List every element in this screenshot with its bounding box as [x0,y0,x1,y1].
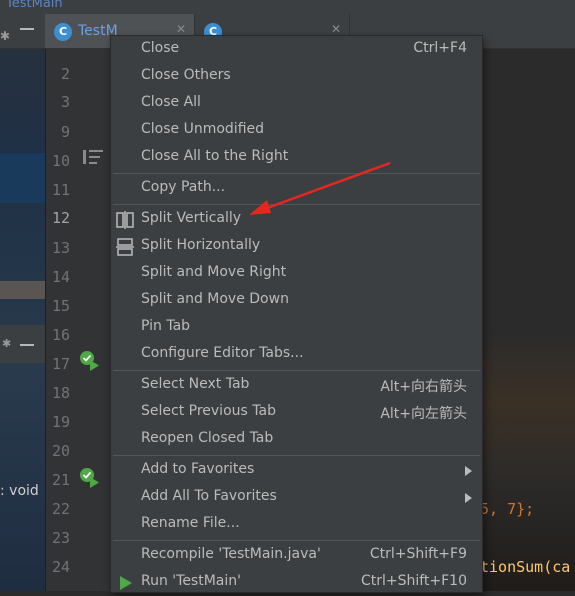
menu-item-select-previous-tab[interactable]: Select Previous Tab Alt+向左箭头 [111,399,482,426]
split-horizontal-icon [116,238,134,256]
menu-item-label: Pin Tab [141,318,191,334]
close-icon[interactable]: ✕ [331,22,341,36]
menu-item-label: Close Unmodified [141,121,265,137]
menu-item-close-others[interactable]: Close Others [111,63,482,90]
window-title: TestMain [6,0,63,11]
panel-band [0,153,45,203]
submenu-arrow-icon [465,493,472,503]
line-number: 9 [60,123,70,141]
line-number: 3 [60,93,70,111]
editor-code-area[interactable]: 5, 7}; tionSum(ca [480,49,575,591]
menu-item-label: Select Next Tab [141,376,250,392]
minimize-icon[interactable] [20,344,34,346]
menu-item-close-unmodified[interactable]: Close Unmodified [111,117,482,144]
split-vertical-icon [116,211,134,229]
line-number: 14 [51,268,70,286]
line-number: 17 [51,355,70,373]
submenu-arrow-icon [465,466,472,476]
menu-item-split-move-right[interactable]: Split and Move Right [111,260,482,287]
window-title-bar: TestMain [0,0,575,14]
menu-item-label: Close All [141,94,201,110]
menu-item-label: Split and Move Right [141,264,287,280]
menu-item-shortcut: Ctrl+Shift+F10 [360,573,467,589]
menu-item-label: Close Others [141,67,231,83]
menu-item-label: Close [141,40,180,56]
menu-item-close-all[interactable]: Close All [111,90,482,117]
menu-item-label: Copy Path... [141,179,226,195]
run-gutter-icon[interactable] [79,467,101,489]
menu-item-close[interactable]: Close Ctrl+F4 [111,36,482,63]
menu-item-configure-editor-tabs[interactable]: Configure Editor Tabs... [111,341,482,368]
run-gutter-icon[interactable] [79,350,101,372]
menu-separator [113,455,480,456]
line-number: 18 [51,384,70,402]
menu-item-label: Recompile 'TestMain.java' [141,546,321,562]
menu-item-label: Reopen Closed Tab [141,430,274,446]
menu-item-shortcut: Ctrl+Shift+F9 [369,546,467,562]
editor-tab-context-menu: Close Ctrl+F4 Close Others Close All Clo… [110,35,483,593]
left-tool-panel: ✱ : void [0,49,45,591]
minimize-icon[interactable] [20,28,34,30]
menu-separator [113,370,480,371]
gear-icon[interactable]: ✱ [0,29,10,43]
line-number: 16 [51,326,70,344]
gear-icon[interactable]: ✱ [2,337,11,350]
structure-list-icon[interactable] [83,149,103,165]
menu-item-label: Split Vertically [141,210,242,226]
menu-item-label: Run 'TestMain' [141,573,241,589]
line-number: 11 [51,181,70,199]
menu-item-label: Split Horizontally [141,237,261,253]
code-fragment: tionSum(ca [480,558,571,576]
annotation-arrow [249,161,391,215]
line-number: 10 [51,152,70,170]
menu-item-pin-tab[interactable]: Pin Tab [111,314,482,341]
menu-item-reopen-closed-tab[interactable]: Reopen Closed Tab [111,426,482,453]
line-number: 21 [51,471,70,489]
line-number: 13 [51,239,70,257]
line-number: 2 [60,65,70,83]
menu-item-shortcut: Alt+向左箭头 [380,406,467,422]
menu-item-shortcut: Ctrl+F4 [413,40,467,56]
panel-band [0,281,45,299]
menu-item-label: Rename File... [141,515,240,531]
menu-item-split-horizontally[interactable]: Split Horizontally [111,233,482,260]
line-number: 23 [51,529,70,547]
menu-item-label: Configure Editor Tabs... [141,345,304,361]
menu-item-run[interactable]: Run 'TestMain' Ctrl+Shift+F10 [111,569,482,596]
menu-item-label: Add to Favorites [141,461,255,477]
code-fragment: 5, 7}; [480,500,535,518]
line-number: 24 [51,558,70,576]
menu-item-label: Split and Move Down [141,291,289,307]
menu-item-select-next-tab[interactable]: Select Next Tab Alt+向右箭头 [111,372,482,399]
menu-item-recompile[interactable]: Recompile 'TestMain.java' Ctrl+Shift+F9 [111,542,482,569]
menu-item-add-all-to-favorites[interactable]: Add All To Favorites [111,484,482,511]
line-number: 15 [51,297,70,315]
method-signature-fragment: : void [0,483,39,499]
close-icon[interactable]: ✕ [176,22,186,36]
menu-item-shortcut: Alt+向右箭头 [380,379,467,395]
menu-item-label: Add All To Favorites [141,488,277,504]
menu-item-split-move-down[interactable]: Split and Move Down [111,287,482,314]
line-number: 22 [51,500,70,518]
menu-separator [113,540,480,541]
run-icon [120,576,132,590]
menu-item-add-to-favorites[interactable]: Add to Favorites [111,457,482,484]
java-class-icon: C [54,23,72,41]
line-number-current: 12 [51,209,70,227]
menu-item-label: Select Previous Tab [141,403,276,419]
line-number: 20 [51,442,70,460]
line-number: 19 [51,413,70,431]
editor-gutter: 2 3 9 10 11 12 13 14 15 16 17 18 19 20 2… [45,49,111,591]
menu-item-rename-file[interactable]: Rename File... [111,511,482,538]
